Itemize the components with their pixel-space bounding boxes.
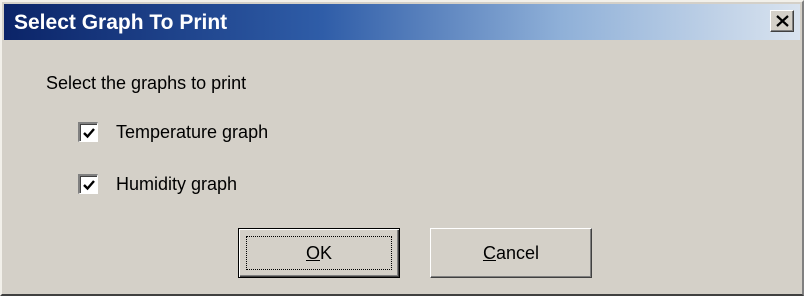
- temperature-graph-label[interactable]: Temperature graph: [116, 121, 268, 143]
- checkmark-icon: [83, 180, 95, 191]
- temperature-graph-checkbox[interactable]: [78, 122, 98, 142]
- cancel-label-rest: ancel: [495, 242, 540, 263]
- humidity-graph-option[interactable]: Humidity graph: [78, 172, 237, 196]
- close-button[interactable]: [770, 10, 794, 32]
- cancel-mnemonic: C: [482, 242, 496, 263]
- checkmark-icon: [83, 128, 95, 139]
- select-graph-dialog: Select Graph To Print Select the graphs …: [0, 0, 804, 296]
- cancel-button-label: Cancel: [483, 243, 539, 264]
- ok-button[interactable]: OK: [238, 228, 400, 278]
- humidity-graph-label[interactable]: Humidity graph: [116, 173, 237, 195]
- instruction-text: Select the graphs to print: [46, 73, 247, 93]
- temperature-graph-option[interactable]: Temperature graph: [78, 120, 268, 144]
- close-icon: [776, 15, 789, 27]
- cancel-button[interactable]: Cancel: [430, 228, 592, 278]
- focus-rectangle: [246, 236, 392, 270]
- humidity-graph-checkbox[interactable]: [78, 174, 98, 194]
- title-bar[interactable]: Select Graph To Print: [4, 4, 800, 40]
- dialog-title: Select Graph To Print: [14, 11, 228, 34]
